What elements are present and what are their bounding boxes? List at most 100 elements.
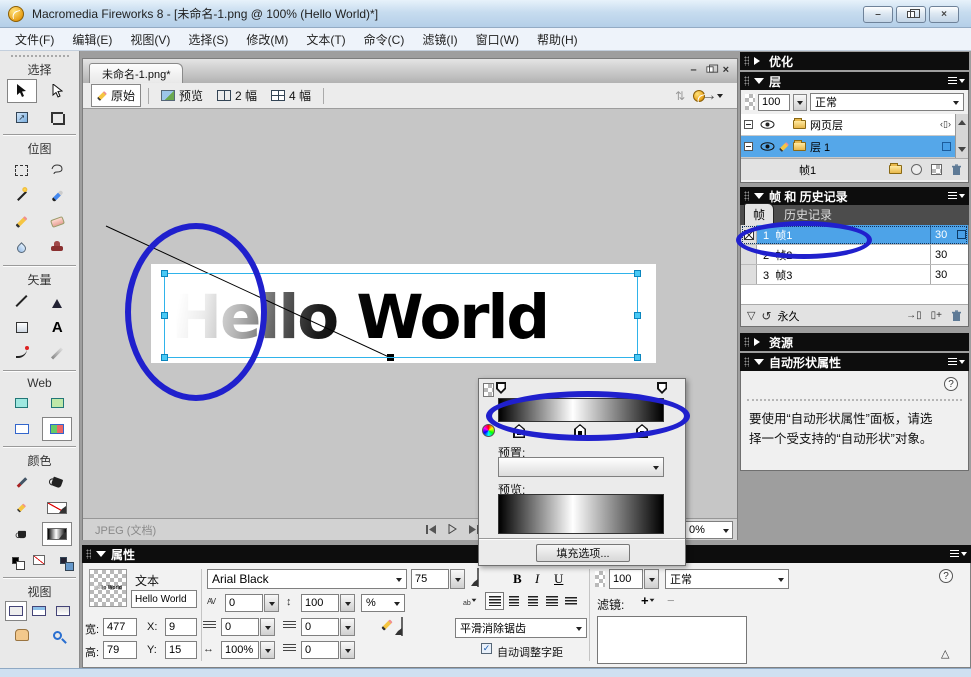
doc-close-button[interactable]: × bbox=[723, 64, 729, 76]
menu-help[interactable]: 帮助(H) bbox=[528, 28, 587, 51]
distribute-to-frames-icon[interactable]: →▯ bbox=[906, 310, 922, 321]
blend-mode-select[interactable]: 正常 bbox=[665, 569, 789, 589]
zoom-level-dropdown[interactable]: 0% bbox=[685, 521, 733, 539]
align-right-button[interactable] bbox=[523, 592, 542, 610]
pointer-tool[interactable] bbox=[7, 79, 37, 103]
align-stretch-button[interactable] bbox=[561, 592, 580, 610]
visibility-eye-icon[interactable] bbox=[760, 142, 775, 151]
menu-window[interactable]: 窗口(W) bbox=[467, 28, 528, 51]
frame-delay[interactable]: 30 bbox=[930, 225, 968, 244]
swap-colors-button[interactable] bbox=[52, 548, 74, 572]
panel-gripper[interactable] bbox=[744, 76, 749, 86]
expand-layer-icon[interactable] bbox=[744, 120, 753, 129]
autokern-checkbox[interactable]: ✓ bbox=[481, 643, 492, 654]
italic-button[interactable]: I bbox=[535, 571, 539, 587]
width-input[interactable]: 477 bbox=[103, 618, 137, 636]
layers-panel-header[interactable]: 层 bbox=[740, 72, 969, 90]
scroll-up-icon[interactable] bbox=[958, 116, 966, 125]
pencil-tool[interactable] bbox=[7, 210, 37, 234]
web-layer-name[interactable]: 网页层 bbox=[810, 117, 843, 133]
new-bitmap-button[interactable] bbox=[931, 164, 942, 175]
autoshape-options-menu-icon[interactable] bbox=[948, 357, 965, 367]
menu-commands[interactable]: 命令(C) bbox=[355, 28, 414, 51]
doc-restore-button[interactable] bbox=[706, 64, 714, 76]
rubber-stamp-tool[interactable] bbox=[42, 236, 72, 260]
abcd-orientation-icon[interactable]: ab bbox=[463, 594, 477, 607]
lasso-tool[interactable] bbox=[42, 158, 72, 182]
indent-dropdown[interactable] bbox=[260, 618, 275, 636]
visibility-eye-icon[interactable] bbox=[760, 120, 775, 129]
selection-handle[interactable] bbox=[634, 270, 641, 277]
leading-dropdown[interactable] bbox=[340, 594, 355, 612]
no-color-button[interactable] bbox=[28, 548, 50, 572]
filters-list[interactable] bbox=[597, 616, 747, 664]
eyedropper-tool[interactable] bbox=[7, 470, 37, 494]
default-colors-button[interactable] bbox=[5, 548, 27, 572]
frame-delay[interactable]: 30 bbox=[930, 245, 968, 264]
layer-folder-icon[interactable] bbox=[793, 142, 806, 151]
magic-wand-tool[interactable] bbox=[7, 184, 37, 208]
opacity-dropdown[interactable] bbox=[644, 569, 659, 589]
color-wheel-icon[interactable] bbox=[482, 424, 495, 437]
indent-input[interactable]: 0 bbox=[221, 618, 259, 636]
sort-icon[interactable]: ⇅ bbox=[675, 89, 685, 103]
document-title-bar[interactable]: 未命名-1.png* – × bbox=[83, 59, 737, 83]
layers-options-menu-icon[interactable] bbox=[948, 76, 965, 86]
menu-text[interactable]: 文本(T) bbox=[297, 28, 354, 51]
opacity-input[interactable]: 100 bbox=[609, 569, 643, 589]
text-tool[interactable]: A bbox=[42, 315, 72, 339]
menu-edit[interactable]: 编辑(E) bbox=[63, 28, 121, 51]
new-layer-button[interactable] bbox=[889, 165, 902, 174]
layer-opacity-dropdown[interactable] bbox=[793, 94, 807, 111]
line-tool[interactable] bbox=[7, 289, 37, 313]
object-name-input[interactable]: Hello World bbox=[131, 590, 197, 608]
opacity-stop-left[interactable] bbox=[496, 382, 506, 394]
hscale-input[interactable]: 100% bbox=[221, 641, 259, 659]
freeform-tool[interactable] bbox=[7, 341, 37, 365]
fill-color-swatch[interactable] bbox=[477, 568, 479, 587]
font-size-input[interactable]: 75 bbox=[411, 569, 449, 589]
align-center-button[interactable] bbox=[504, 592, 523, 610]
kerning-dropdown[interactable] bbox=[264, 594, 279, 612]
fill-color-swatch[interactable] bbox=[42, 522, 72, 546]
expand-layer-icon[interactable] bbox=[744, 142, 753, 151]
bold-button[interactable]: B bbox=[513, 571, 522, 587]
autoshape-panel-header[interactable]: 自动形状属性 bbox=[740, 353, 969, 371]
zoom-tool[interactable] bbox=[42, 623, 72, 647]
delete-layer-trash-icon[interactable] bbox=[951, 164, 962, 176]
preset-select[interactable] bbox=[498, 457, 664, 477]
minimize-button[interactable]: – bbox=[863, 6, 893, 23]
first-frame-button[interactable] bbox=[426, 521, 436, 539]
menu-modify[interactable]: 修改(M) bbox=[237, 28, 297, 51]
align-justify-button[interactable] bbox=[542, 592, 561, 610]
brush-tool[interactable] bbox=[42, 184, 72, 208]
fill-options-button[interactable]: 填充选项... bbox=[536, 544, 630, 562]
frames-history-panel-header[interactable]: 帧 和 历史记录 bbox=[740, 187, 969, 205]
layer-folder-icon[interactable] bbox=[793, 120, 806, 129]
subselect-tool[interactable] bbox=[42, 79, 72, 103]
height-input[interactable]: 79 bbox=[103, 641, 137, 659]
blur-tool[interactable] bbox=[7, 236, 37, 260]
frame-row-3[interactable]: 3 帧3 30 bbox=[741, 265, 968, 285]
align-left-button[interactable] bbox=[485, 592, 504, 610]
quick-export-button[interactable]: → bbox=[693, 87, 723, 105]
slice-tool[interactable] bbox=[42, 391, 72, 415]
stroke-color-well[interactable] bbox=[7, 496, 37, 520]
collapse-panel-icon[interactable]: △ bbox=[941, 647, 949, 660]
panel-gripper[interactable] bbox=[86, 549, 91, 559]
menu-view[interactable]: 视图(V) bbox=[121, 28, 179, 51]
looping-button[interactable]: ↺ bbox=[761, 309, 771, 323]
scale-tool[interactable]: ↗ bbox=[7, 105, 37, 129]
layer-row-layer1[interactable]: 层 1 bbox=[741, 136, 955, 158]
stroke-color-swatch[interactable] bbox=[42, 496, 72, 520]
frames-options-menu-icon[interactable] bbox=[948, 191, 965, 201]
view-4up-button[interactable]: 4 幅 bbox=[266, 85, 316, 106]
font-family-select[interactable]: Arial Black bbox=[207, 569, 407, 589]
doc-minimize-button[interactable]: – bbox=[690, 64, 696, 76]
layer-row-web[interactable]: 网页层 ‹▯› bbox=[741, 114, 955, 136]
antialias-select[interactable]: 平滑消除锯齿 bbox=[455, 618, 587, 638]
view-original-button[interactable]: 原始 bbox=[91, 84, 141, 107]
selection-handle[interactable] bbox=[634, 354, 641, 361]
opacity-stop-right[interactable] bbox=[657, 382, 667, 394]
menu-filters[interactable]: 滤镜(I) bbox=[413, 28, 466, 51]
